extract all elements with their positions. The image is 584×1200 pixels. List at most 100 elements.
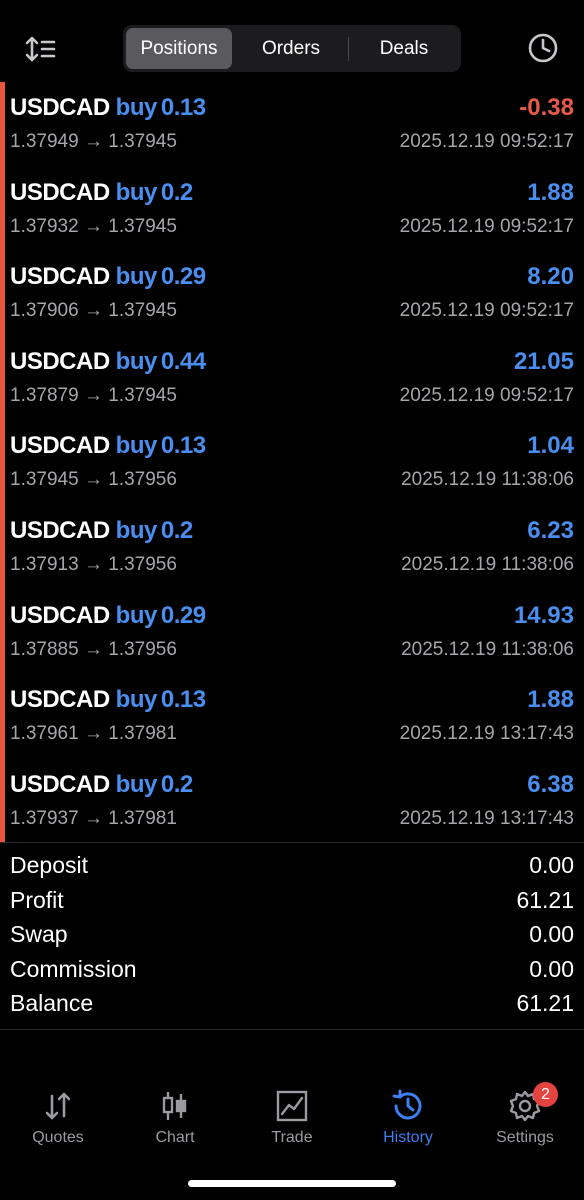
- position-prices: 1.37932 → 1.37945: [10, 216, 177, 238]
- position-side: buy: [115, 601, 158, 629]
- current-price: 1.37981: [108, 807, 177, 829]
- position-symbol: USDCAD: [10, 601, 110, 629]
- sort-arrows-icon[interactable]: [24, 32, 58, 66]
- home-indicator[interactable]: [188, 1180, 396, 1187]
- position-title: USDCAD buy 0.2: [10, 179, 193, 207]
- position-time: 2025.12.19 09:52:17: [399, 384, 574, 406]
- position-side: buy: [115, 263, 158, 291]
- summary-label: Profit: [10, 886, 64, 913]
- position-accent-bar: [0, 420, 5, 505]
- summary-row-deposit: Deposit 0.00: [0, 849, 584, 884]
- price-arrow: →: [83, 131, 103, 152]
- history-screen: Positions Orders Deals USDCAD buy 0.13 -0.3…: [0, 0, 584, 1200]
- history-clock-icon: [392, 1089, 422, 1120]
- tab-trade[interactable]: Trade: [234, 1070, 350, 1160]
- price-arrow: →: [83, 469, 103, 491]
- open-price: 1.37906: [10, 300, 79, 322]
- position-time: 2025.12.19 13:17:43: [399, 807, 574, 829]
- position-volume: 0.2: [160, 770, 193, 798]
- position-row[interactable]: USDCAD buy 0.13 -0.38 1.37949 → 1.37945 2025.…: [0, 82, 584, 167]
- position-profit: 6.23: [527, 516, 574, 544]
- top-bar: Positions Orders Deals: [0, 0, 584, 82]
- position-volume: 0.13: [160, 686, 206, 714]
- position-profit: 1.88: [527, 686, 574, 714]
- position-volume: 0.2: [160, 178, 193, 206]
- price-arrow: →: [83, 807, 103, 829]
- position-row[interactable]: USDCAD buy 0.13 1.88 1.37961 → 1.37981 2025.1…: [0, 674, 584, 759]
- price-arrow: →: [83, 723, 103, 745]
- position-accent-bar: [0, 504, 5, 590]
- price-arrow: →: [83, 300, 103, 322]
- position-symbol: USDCAD: [10, 770, 110, 798]
- position-row[interactable]: USDCAD buy 0.2 1.88 1.37932 → 1.37945 2025.12…: [0, 166, 584, 252]
- position-side: buy: [115, 516, 158, 544]
- summary-divider: [0, 1029, 584, 1030]
- summary-label: Deposit: [10, 852, 88, 878]
- summary-label: Commission: [10, 955, 137, 982]
- clock-icon[interactable]: [526, 31, 560, 65]
- position-profit: 14.93: [513, 601, 574, 629]
- position-row[interactable]: USDCAD buy 0.29 14.93 1.37885 → 1.37956 2025.…: [0, 589, 584, 675]
- position-accent-bar: [0, 82, 5, 167]
- position-symbol: USDCAD: [10, 686, 110, 714]
- position-profit: -0.38: [519, 94, 574, 121]
- position-title: USDCAD buy 0.29: [10, 263, 206, 291]
- summary-value: 0.00: [529, 921, 574, 948]
- position-side: buy: [115, 432, 158, 460]
- segment-divider: [348, 37, 349, 61]
- position-side: buy: [115, 686, 158, 714]
- position-accent-bar: [0, 589, 5, 675]
- position-time: 2025.12.19 13:17:43: [399, 723, 574, 745]
- position-volume: 0.29: [160, 263, 206, 291]
- position-profit: 8.20: [527, 263, 574, 291]
- price-arrow: →: [83, 215, 103, 237]
- settings-notification-badge: 2: [533, 1082, 558, 1107]
- open-price: 1.37945: [10, 469, 79, 491]
- positions-list: USDCAD buy 0.13 -0.38 1.37949 → 1.37945 2025.…: [0, 82, 584, 844]
- position-title: USDCAD buy 0.2: [10, 517, 193, 545]
- position-accent-bar: [0, 335, 5, 421]
- position-row[interactable]: USDCAD buy 0.44 21.05 1.37879 → 1.37945 2025.…: [0, 335, 584, 421]
- tab-settings[interactable]: 2 Settings: [467, 1070, 583, 1160]
- position-row[interactable]: USDCAD buy 0.13 1.04 1.37945 → 1.37956 2025.1…: [0, 420, 584, 505]
- open-price: 1.37913: [10, 553, 79, 575]
- summary-label: Balance: [10, 990, 94, 1017]
- tab-history[interactable]: History: [350, 1070, 466, 1160]
- tab-chart[interactable]: Chart: [117, 1070, 233, 1160]
- position-row[interactable]: USDCAD buy 0.2 6.23 1.37913 → 1.37956 2025.12…: [0, 504, 584, 590]
- tab-quotes-label: Quotes: [32, 1129, 84, 1146]
- summary-label: Swap: [10, 921, 68, 948]
- price-arrow: →: [83, 638, 103, 660]
- position-prices: 1.37937 → 1.37981: [10, 808, 177, 830]
- position-time: 2025.12.19 09:52:17: [399, 131, 574, 152]
- tab-settings-label: Settings: [496, 1129, 554, 1146]
- position-accent-bar: [0, 251, 5, 336]
- open-price: 1.37932: [10, 215, 79, 237]
- position-time: 2025.12.19 09:52:17: [399, 300, 574, 322]
- tab-positions[interactable]: Positions: [126, 28, 232, 69]
- tab-quotes[interactable]: Quotes: [0, 1070, 116, 1160]
- list-divider: [0, 842, 584, 843]
- tab-deals[interactable]: Deals: [350, 28, 458, 69]
- summary-value: 61.21: [516, 990, 574, 1017]
- position-prices: 1.37961 → 1.37981: [10, 723, 177, 745]
- tab-history-label: History: [383, 1129, 433, 1146]
- position-row[interactable]: USDCAD buy 0.29 8.20 1.37906 → 1.37945 2025.1…: [0, 251, 584, 336]
- position-title: USDCAD buy 0.13: [10, 94, 206, 122]
- position-accent-bar: [0, 674, 5, 759]
- position-time: 2025.12.19 09:52:17: [399, 215, 574, 237]
- position-title: USDCAD buy 0.13: [10, 432, 206, 460]
- current-price: 1.37956: [108, 553, 177, 575]
- position-profit: 21.05: [513, 347, 574, 375]
- tab-orders[interactable]: Orders: [236, 28, 346, 69]
- open-price: 1.37879: [10, 384, 79, 406]
- position-volume: 0.2: [160, 516, 193, 544]
- position-accent-bar: [0, 758, 5, 844]
- position-title: USDCAD buy 0.29: [10, 602, 206, 630]
- position-symbol: USDCAD: [10, 516, 110, 544]
- summary-value: 0.00: [529, 955, 574, 982]
- position-title: USDCAD buy 0.44: [10, 348, 206, 376]
- position-volume: 0.13: [160, 94, 206, 121]
- position-row[interactable]: USDCAD buy 0.2 6.38 1.37937 → 1.37981 2025.12…: [0, 758, 584, 844]
- position-time: 2025.12.19 11:38:06: [401, 638, 574, 660]
